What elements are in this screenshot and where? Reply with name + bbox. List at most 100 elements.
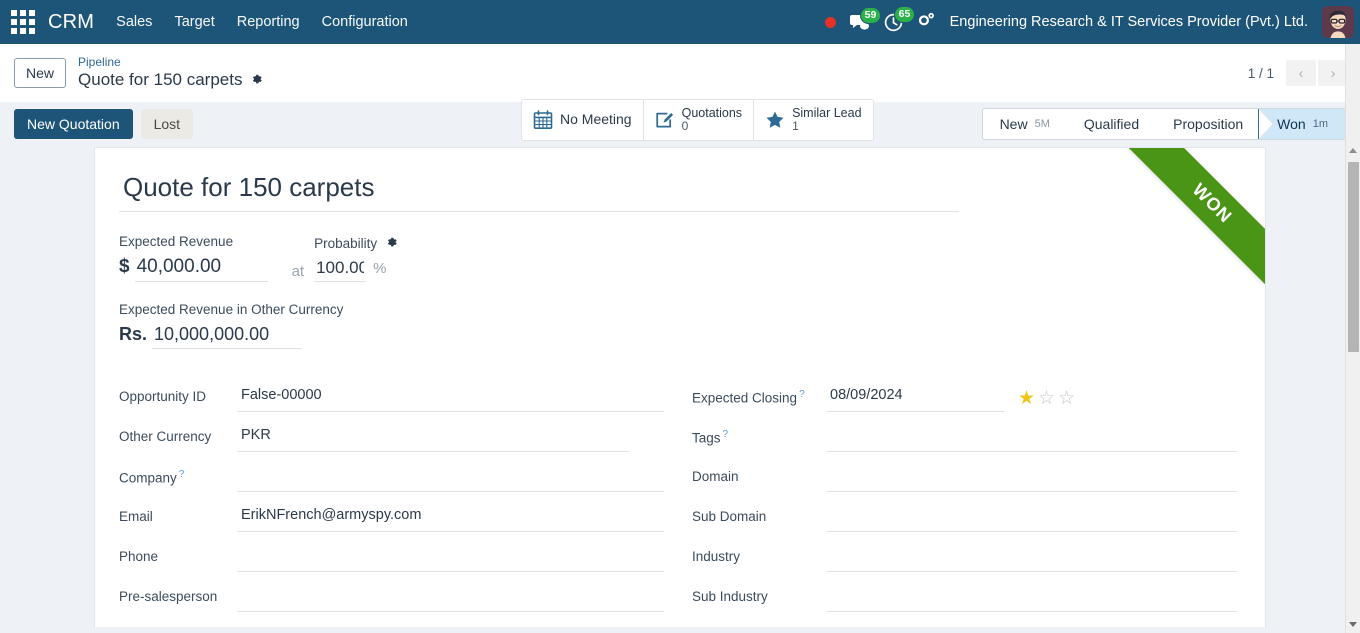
email-input[interactable] xyxy=(237,505,664,532)
activities-badge-count: 65 xyxy=(893,5,916,23)
opportunity-title-input[interactable] xyxy=(119,172,959,212)
other-currency-revenue-input[interactable] xyxy=(152,324,303,349)
field-company: Company? xyxy=(119,465,664,505)
apps-grid-icon[interactable] xyxy=(8,7,38,37)
nav-item-sales[interactable]: Sales xyxy=(116,14,152,30)
stage-proposition[interactable]: Proposition xyxy=(1156,109,1260,139)
expected-closing-help-icon[interactable]: ? xyxy=(799,389,805,400)
stat-similar-lead-label: Similar Lead xyxy=(792,106,862,120)
other-currency-revenue-row: Rs. xyxy=(119,324,1237,349)
value-email xyxy=(237,505,664,532)
record-indicator-icon[interactable] xyxy=(824,16,836,28)
stage-qualified[interactable]: Qualified xyxy=(1067,109,1156,139)
stage-proposition-label: Proposition xyxy=(1173,115,1244,132)
nav-item-target[interactable]: Target xyxy=(174,14,214,30)
star-icon xyxy=(765,110,785,130)
control-panel: New Pipeline Quote for 150 carpets No Me… xyxy=(0,44,1360,142)
field-other-currency: Other Currency xyxy=(119,425,664,465)
avatar-image xyxy=(1322,6,1354,38)
new-record-button[interactable]: New xyxy=(14,58,67,88)
tags-input[interactable] xyxy=(826,425,1237,452)
currency-symbol-rupee: Rs. xyxy=(119,324,148,344)
stat-quotations-text: Quotations 0 xyxy=(682,106,742,134)
value-other-currency xyxy=(237,425,664,452)
new-quotation-button[interactable]: New Quotation xyxy=(14,108,133,139)
company-help-icon[interactable]: ? xyxy=(179,469,185,480)
phone-input[interactable] xyxy=(237,545,664,572)
opportunity-id-input[interactable] xyxy=(237,385,664,412)
stat-quotations-value: 0 xyxy=(681,119,689,134)
edit-pencil-icon xyxy=(655,110,675,130)
stat-button-similar-lead[interactable]: Similar Lead 1 xyxy=(754,100,872,140)
percent-suffix: % xyxy=(373,260,387,277)
sub-domain-input[interactable] xyxy=(826,505,1237,532)
other-currency-input[interactable] xyxy=(237,425,629,452)
value-expected-closing: ★ ☆ ☆ xyxy=(826,385,1237,412)
revenue-block: Expected Revenue $ at Probability xyxy=(119,234,1237,282)
label-pre-salesperson: Pre-salesperson xyxy=(119,589,218,604)
messages-button[interactable]: 59 xyxy=(849,6,882,31)
sub-industry-input[interactable] xyxy=(826,585,1237,612)
label-email: Email xyxy=(119,509,153,524)
stage-new[interactable]: New 5M xyxy=(983,109,1067,139)
stat-quotations-label: Quotations xyxy=(681,106,743,120)
activities-button[interactable]: 65 xyxy=(884,5,916,32)
domain-input[interactable] xyxy=(826,465,1237,492)
probability-input[interactable] xyxy=(314,258,367,282)
priority-star-2[interactable]: ☆ xyxy=(1038,389,1055,408)
nav-item-reporting[interactable]: Reporting xyxy=(237,14,300,30)
field-email: Email xyxy=(119,505,664,545)
expected-closing-input[interactable] xyxy=(826,385,1004,412)
navbar-right-tools: 59 65 Engineering Research & IT Services… xyxy=(824,5,1360,38)
value-domain xyxy=(826,465,1237,492)
scroll-up-arrow-icon[interactable] xyxy=(1349,148,1357,153)
pre-salesperson-input[interactable] xyxy=(237,585,664,612)
form-sheet-container: WON Expected Revenue $ at Probability xyxy=(0,147,1360,627)
vertical-scrollbar[interactable] xyxy=(1345,44,1360,633)
field-opportunity-id: Opportunity ID xyxy=(119,385,664,425)
record-pager: 1 / 1 ‹ › xyxy=(1248,60,1348,86)
pager-count: 1 / 1 xyxy=(1247,65,1274,81)
probability-label-row: Probability xyxy=(314,236,398,251)
priority-star-3[interactable]: ☆ xyxy=(1058,389,1075,408)
stat-button-meetings[interactable]: No Meeting xyxy=(522,100,644,141)
probability-gear-icon[interactable] xyxy=(385,236,398,251)
field-sub-domain: Sub Domain xyxy=(692,505,1237,545)
industry-input[interactable] xyxy=(826,545,1237,572)
label-company: Company? xyxy=(119,469,185,486)
scroll-down-arrow-icon[interactable] xyxy=(1349,622,1357,627)
user-avatar[interactable] xyxy=(1322,6,1354,38)
field-sub-industry: Sub Industry xyxy=(692,585,1237,625)
value-pre-salesperson xyxy=(237,585,664,612)
gear-icon-glyph xyxy=(253,74,263,84)
settings-button[interactable] xyxy=(917,11,936,33)
app-brand-crm[interactable]: CRM xyxy=(48,11,94,34)
scrollbar-thumb[interactable] xyxy=(1348,162,1359,352)
pager-next-button[interactable]: › xyxy=(1318,60,1348,86)
breadcrumb-parent-pipeline[interactable]: Pipeline xyxy=(78,55,263,69)
priority-stars: ★ ☆ ☆ xyxy=(1018,389,1075,408)
company-switcher[interactable]: Engineering Research & IT Services Provi… xyxy=(950,14,1308,30)
expected-revenue-input[interactable] xyxy=(134,256,268,282)
stage-new-label: New xyxy=(999,115,1028,132)
tags-help-icon[interactable]: ? xyxy=(723,429,729,440)
field-domain: Domain xyxy=(692,465,1237,505)
label-other-currency: Other Currency xyxy=(119,429,212,444)
record-title-group xyxy=(119,172,1237,212)
priority-star-1[interactable]: ★ xyxy=(1018,389,1035,408)
pager-previous-button[interactable]: ‹ xyxy=(1286,60,1316,86)
nav-item-configuration[interactable]: Configuration xyxy=(322,14,408,30)
top-navbar: CRM Sales Target Reporting Configuration… xyxy=(0,0,1360,44)
currency-symbol-dollar: $ xyxy=(119,256,130,277)
stat-button-quotations[interactable]: Quotations 0 xyxy=(644,100,755,141)
probability-row: % xyxy=(314,258,398,282)
record-gear-icon[interactable] xyxy=(250,73,263,88)
probability-label: Probability xyxy=(314,236,378,251)
label-phone: Phone xyxy=(119,549,159,564)
mark-lost-button[interactable]: Lost xyxy=(140,108,194,139)
probability-group: Probability % xyxy=(314,236,398,282)
value-sub-industry xyxy=(826,585,1237,612)
stage-won[interactable]: Won 1m xyxy=(1258,108,1345,139)
company-input[interactable] xyxy=(237,465,664,492)
gear-icon-glyph xyxy=(388,237,397,247)
